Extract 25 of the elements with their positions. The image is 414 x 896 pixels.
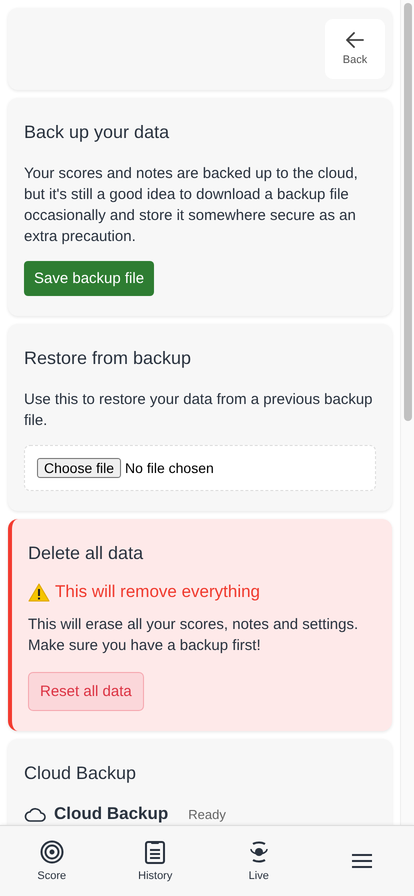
section-text: Your scores and notes are backed up to the cloud, but it's still a good idea to download a backup file occasionally and store it somewhere secure as an extra precaution. <box>24 164 359 247</box>
file-status: No file chosen <box>125 460 214 476</box>
section-title: Restore from backup <box>24 348 192 369</box>
nav-tab[interactable]: History <box>104 826 207 896</box>
cloud-icon <box>24 806 46 822</box>
section-title: Back up your data <box>24 122 170 143</box>
section-title: Cloud Backup <box>24 763 138 784</box>
section-title: Delete all data <box>28 543 144 564</box>
save-backup-button[interactable]: Save backup file <box>24 261 154 296</box>
choose-file-button[interactable]: Choose file <box>37 458 122 478</box>
nav-tab[interactable]: Score <box>0 826 104 896</box>
broadcast-icon <box>248 840 270 864</box>
section-text: Use this to restore your data from a previous backup file. <box>24 390 374 431</box>
section-text: This will erase all your scores, notes and settings. Make sure you have a backup first! <box>28 615 360 656</box>
nav-tab[interactable]: Live <box>207 826 310 896</box>
scrollbar[interactable] <box>400 0 414 825</box>
menu-icon[interactable] <box>351 853 374 869</box>
status-text: Ready <box>188 806 226 822</box>
back-button[interactable]: Back <box>325 19 385 79</box>
target-icon <box>40 840 64 864</box>
warning-icon <box>28 582 50 602</box>
service-name: Cloud Backup <box>54 804 168 824</box>
back-arrow-icon <box>346 32 364 48</box>
clipboard-icon <box>144 840 166 864</box>
warning-text: This will remove everything <box>55 582 260 602</box>
